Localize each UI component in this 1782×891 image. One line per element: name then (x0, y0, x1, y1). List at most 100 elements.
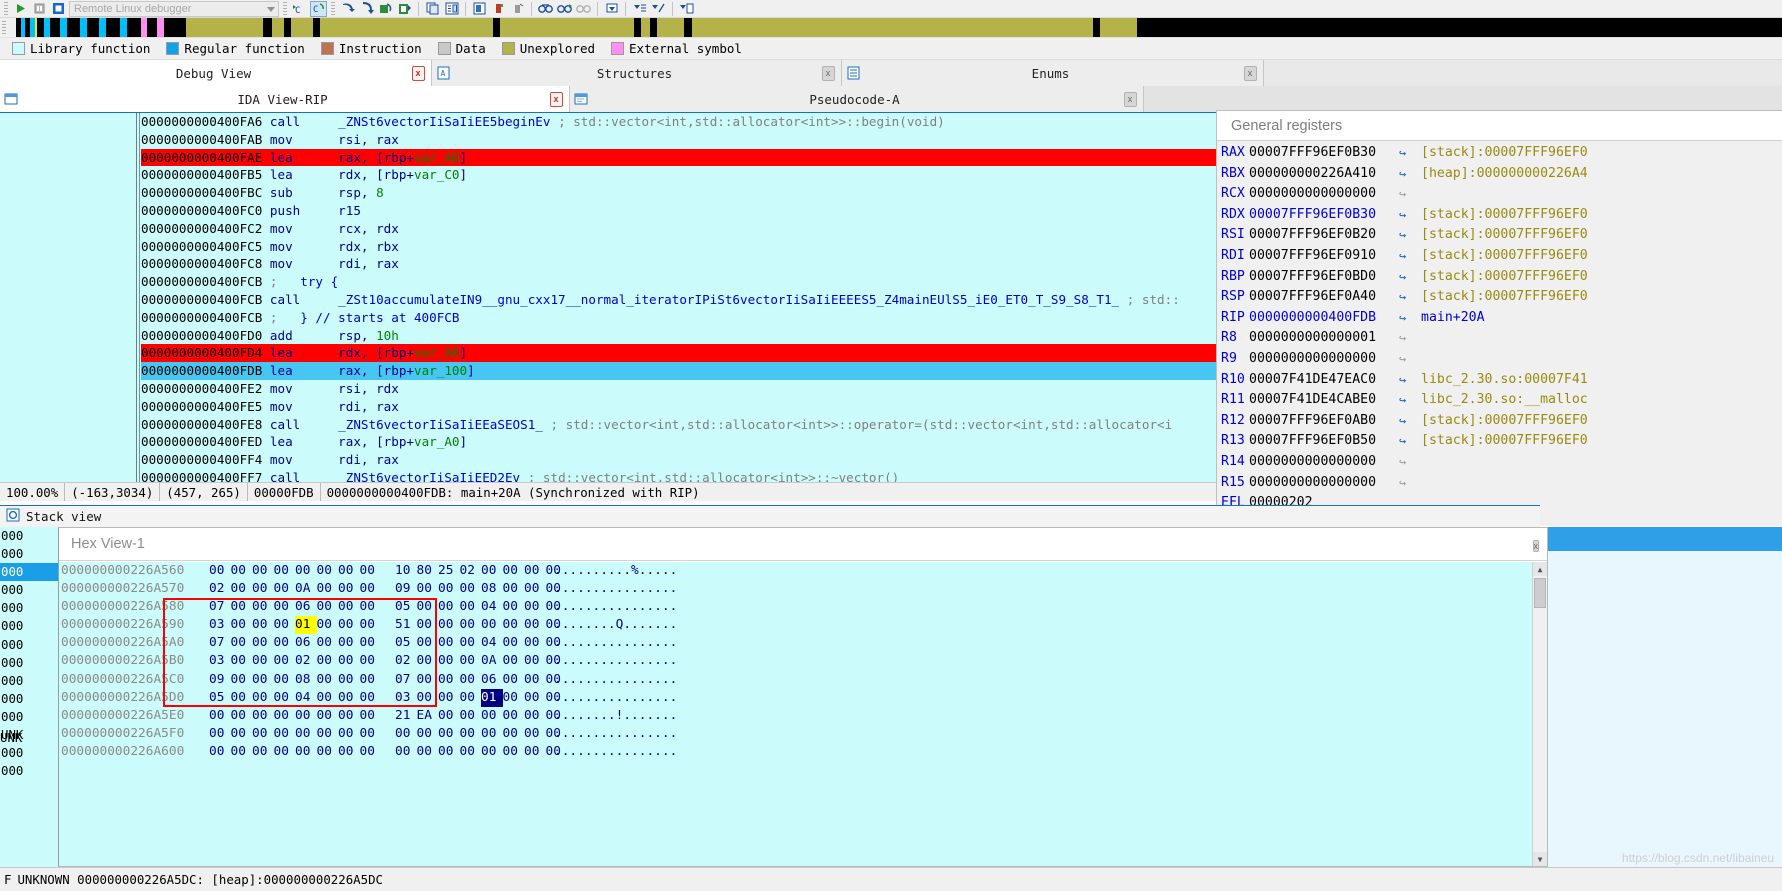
hex-byte[interactable]: 00 (274, 725, 296, 743)
register-row[interactable]: R13 00007FFF96EF0B50 ↪ [stack]:00007FFF96EF… (1217, 431, 1782, 452)
hex-byte[interactable]: 04 (481, 634, 503, 652)
hex-byte[interactable]: 00 (317, 634, 339, 652)
stack-row[interactable]: 000 (0, 581, 58, 599)
scroll-up-icon[interactable]: ▲ (1533, 562, 1547, 576)
hex-byte[interactable]: 00 (460, 634, 482, 652)
hex-byte[interactable]: 00 (460, 652, 482, 670)
hex-byte[interactable]: 00 (231, 707, 253, 725)
copy-icon[interactable] (424, 1, 441, 17)
register-row[interactable]: RDI 00007FFF96EF0910 ↪ [stack]:00007FFF96EF… (1217, 246, 1782, 267)
register-value[interactable]: 00007FFF96EF0B30 (1249, 205, 1399, 226)
hex-byte[interactable]: 00 (317, 743, 339, 761)
register-value[interactable]: 00007FFF96EF0AB0 (1249, 411, 1399, 432)
hex-row[interactable]: 000000000226A5A0 07 00 00 00 06 00 00 00 05 00 00 00… (59, 634, 1547, 652)
hex-byte[interactable]: 00 (503, 652, 525, 670)
hex-byte[interactable]: 00 (338, 652, 360, 670)
stack-row[interactable]: 000 (0, 599, 58, 617)
hex-byte[interactable]: 00 (252, 725, 274, 743)
stack-row[interactable]: 000 (0, 762, 58, 780)
close-icon[interactable]: x (1532, 540, 1539, 552)
register-value[interactable]: 0000000000000000 (1249, 473, 1399, 494)
hex-byte[interactable]: 00 (438, 743, 460, 761)
tab-structures[interactable]: A Structures x (432, 60, 842, 86)
close-icon[interactable]: x (1123, 91, 1137, 107)
register-row[interactable]: RCX 0000000000000000 ↪ (1217, 184, 1782, 205)
step-into-c-icon[interactable]: C (291, 1, 308, 17)
register-value[interactable]: 00007FFF96EF0910 (1249, 246, 1399, 267)
register-row[interactable]: RIP 0000000000400FDB ↪ main+20A (1217, 308, 1782, 329)
hex-byte[interactable]: EA (417, 707, 439, 725)
run-to-cursor-icon[interactable] (396, 1, 413, 17)
hex-byte[interactable]: 00 (360, 743, 382, 761)
hex-byte[interactable]: 00 (338, 707, 360, 725)
hex-row[interactable]: 000000000226A560 00 00 00 00 00 00 00 00 10 80 25 02… (59, 562, 1547, 580)
register-follow-icon[interactable]: ↪ (1399, 225, 1421, 246)
hex-byte[interactable]: 00 (481, 707, 503, 725)
down-arrow-icon[interactable] (603, 1, 620, 17)
hex-row-bytes[interactable]: 00 00 00 00 00 00 00 00 00 00 00 00 00 00 00 00 (209, 743, 561, 761)
hex-byte[interactable]: 00 (417, 580, 439, 598)
hex-byte[interactable]: 00 (481, 616, 503, 634)
hex-row-bytes[interactable]: 07 00 00 00 06 00 00 00 05 00 00 00 04 00 00 00 (209, 634, 561, 652)
hex-byte[interactable]: 00 (395, 725, 417, 743)
watch-icon[interactable] (509, 1, 526, 17)
stack-row[interactable]: 000 (0, 563, 58, 582)
close-icon[interactable]: x (549, 91, 563, 107)
hex-byte[interactable]: 00 (438, 580, 460, 598)
register-value[interactable]: 0000000000000001 (1249, 328, 1399, 349)
hex-byte[interactable]: 00 (317, 689, 339, 707)
register-follow-icon[interactable]: ↪ (1399, 431, 1421, 452)
hex-byte[interactable]: 00 (252, 562, 274, 580)
scrollbar-thumb[interactable] (1534, 578, 1546, 608)
hex-byte[interactable]: 00 (438, 652, 460, 670)
hex-byte[interactable]: 00 (460, 580, 482, 598)
tab-ida-view-rip[interactable]: IDA View-RIP x (0, 86, 570, 112)
hex-byte[interactable]: 00 (295, 743, 317, 761)
hex-byte[interactable]: 00 (438, 616, 460, 634)
hex-byte[interactable]: 00 (231, 598, 253, 616)
hex-byte[interactable]: 0A (481, 652, 503, 670)
chevron-down-icon[interactable] (267, 6, 275, 12)
hex-row-bytes[interactable]: 00 00 00 00 00 00 00 00 21 EA 00 00 00 00 00 00 (209, 707, 561, 725)
hex-byte[interactable]: 00 (274, 598, 296, 616)
hex-byte[interactable]: 00 (274, 689, 296, 707)
toolbar-grip[interactable] (4, 1, 8, 16)
hex-view-panel[interactable]: Hex View-1 x 000000000226A560 00 00 00 00 00 0… (58, 527, 1548, 867)
stack-row[interactable]: 000 (0, 654, 58, 672)
hex-byte[interactable]: 00 (252, 707, 274, 725)
hex-byte[interactable]: 21 (395, 707, 417, 725)
hex-byte[interactable]: 00 (317, 725, 339, 743)
hex-byte[interactable]: 00 (360, 562, 382, 580)
stack-view-panel-header[interactable]: Stack view (0, 505, 1540, 527)
hex-row-bytes[interactable]: 02 00 00 00 0A 00 00 00 09 00 00 00 08 00 00 00 (209, 580, 561, 598)
hex-row[interactable]: 000000000226A5B0 03 00 00 00 02 00 00 00 02 00 00 00… (59, 652, 1547, 670)
hex-byte[interactable]: 00 (360, 689, 382, 707)
hex-byte[interactable]: 00 (231, 616, 253, 634)
hex-row-bytes[interactable]: 07 00 00 00 06 00 00 00 05 00 00 00 04 00 00 00 (209, 598, 561, 616)
stack-row[interactable]: 000 (0, 527, 58, 545)
run-icon[interactable] (12, 1, 29, 17)
hex-row-bytes[interactable]: 00 00 00 00 00 00 00 00 10 80 25 02 00 00 00 00 (209, 562, 561, 580)
hex-row[interactable]: 000000000226A600 00 00 00 00 00 00 00 00 00 00 00 00… (59, 743, 1547, 761)
down-code-icon[interactable] (678, 1, 695, 17)
tab-close-button[interactable]: x (1237, 65, 1263, 81)
stop-icon[interactable] (50, 1, 67, 17)
hex-row[interactable]: 000000000226A5F0 00 00 00 00 00 00 00 00 00 00 00 00… (59, 725, 1547, 743)
hex-byte[interactable]: 02 (395, 652, 417, 670)
hex-byte[interactable]: 03 (209, 652, 231, 670)
hex-byte[interactable]: 00 (317, 707, 339, 725)
hex-byte[interactable]: 00 (524, 616, 546, 634)
hex-byte[interactable]: 00 (209, 562, 231, 580)
hex-byte[interactable]: 00 (317, 598, 339, 616)
hex-byte[interactable]: 00 (524, 580, 546, 598)
hex-byte[interactable]: 00 (338, 562, 360, 580)
register-row[interactable]: RSP 00007FFF96EF0A40 ↪ [stack]:00007FFF96EF… (1217, 287, 1782, 308)
registers-list[interactable]: RAX 00007FFF96EF0B30 ↪ [stack]:00007FFF96EF… (1217, 141, 1782, 514)
hex-byte[interactable]: 00 (231, 562, 253, 580)
register-row[interactable]: RBX 000000000226A410 ↪ [heap]:000000000226A… (1217, 164, 1782, 185)
hex-byte[interactable]: 07 (395, 671, 417, 689)
register-follow-icon[interactable]: ↪ (1399, 205, 1421, 226)
hex-byte[interactable]: 03 (209, 616, 231, 634)
hex-byte[interactable]: 00 (524, 634, 546, 652)
hex-byte[interactable]: 00 (417, 743, 439, 761)
